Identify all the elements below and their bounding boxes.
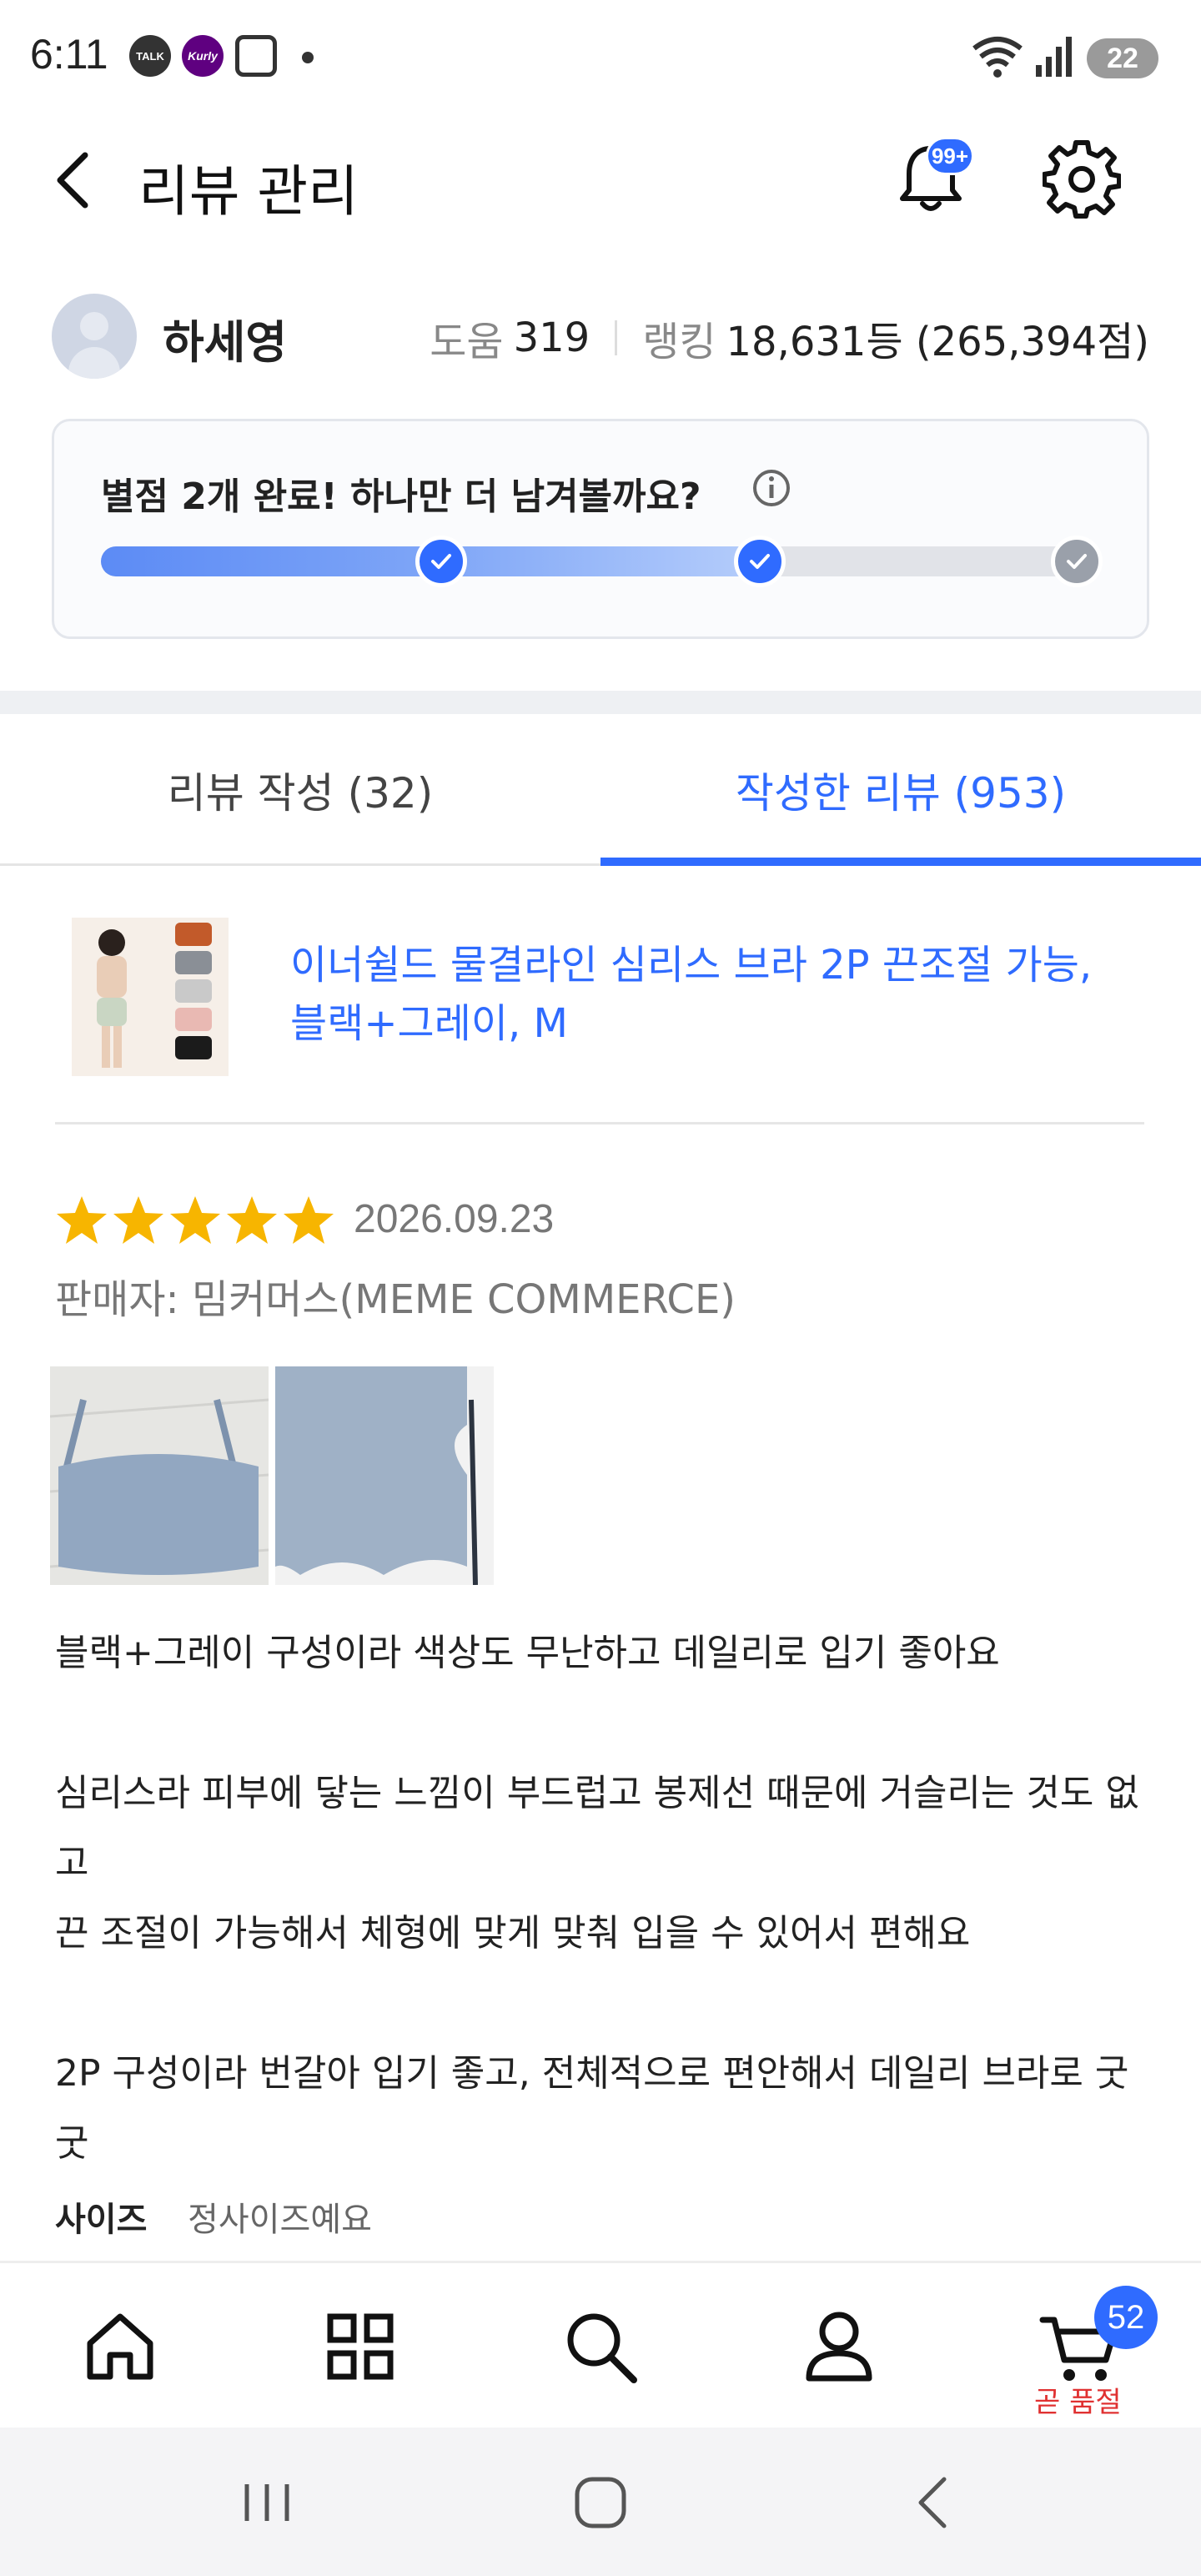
kakaotalk-icon: TALK: [129, 35, 171, 77]
category-icon[interactable]: [319, 2305, 402, 2388]
profile-icon[interactable]: [797, 2305, 881, 2388]
home-icon[interactable]: [78, 2305, 162, 2388]
status-bar: 6:11 TALK Kurly 22: [0, 0, 1201, 117]
section-divider: [0, 691, 1201, 714]
page-title: 리뷰 관리: [138, 159, 359, 224]
ranking-value: 18,631등 (265,394점): [726, 319, 1149, 365]
profile-stats: 도움 319 랭킹 18,631등 (265,394점): [430, 309, 1149, 367]
wifi-icon: [972, 37, 1023, 78]
home-button-icon[interactable]: [567, 2469, 634, 2536]
progress-step-pending: [1051, 536, 1103, 587]
recent-apps-icon[interactable]: [234, 2469, 300, 2536]
ranking-label: 랭킹: [642, 319, 716, 365]
profile-summary: 하세영 도움 319 랭킹 18,631등 (265,394점): [0, 284, 1201, 388]
battery-indicator: 22: [1087, 38, 1158, 78]
review-photo[interactable]: [275, 1366, 494, 1585]
avatar[interactable]: [52, 294, 137, 379]
check-icon: [1067, 554, 1087, 569]
size-label: 사이즈: [55, 2201, 148, 2239]
product-title-link[interactable]: 이너쉴드 물결라인 심리스 브라 2P 끈조절 가능, 블랙+그레이, M: [290, 936, 1133, 1053]
help-label: 도움: [430, 319, 504, 365]
review-photos: [50, 1366, 500, 1585]
username: 하세영: [163, 316, 288, 369]
system-navigation-bar: [0, 2428, 1201, 2576]
search-icon[interactable]: [559, 2305, 642, 2388]
back-arrow-icon[interactable]: [48, 147, 98, 214]
size-value: 정사이즈예요: [188, 2201, 372, 2239]
progress-step-complete: [415, 536, 467, 587]
star-rating: [55, 1193, 339, 1246]
star-icon: [170, 1196, 220, 1244]
progress-track: [101, 536, 1103, 587]
star-icon: [113, 1196, 163, 1244]
status-time: 6:11: [30, 31, 108, 78]
star-icon: [227, 1196, 277, 1244]
gear-icon[interactable]: [1043, 140, 1121, 219]
cart-soldout-notice: 곧 품절: [1034, 2386, 1122, 2419]
review-tabs: 리뷰 작성 (32) 작성한 리뷰 (953): [0, 714, 1201, 866]
review-date: 2026.09.23: [354, 1197, 555, 1241]
app-header: 리뷰 관리 99+: [0, 117, 1201, 242]
screenshot-icon: [235, 35, 277, 77]
rating-progress-card: 별점 2개 완료! 하나만 더 남겨볼까요?: [52, 419, 1149, 639]
system-back-icon[interactable]: [901, 2469, 967, 2536]
notification-badge: 99+: [926, 137, 974, 175]
info-icon[interactable]: [751, 468, 791, 508]
check-icon: [431, 554, 451, 569]
product-thumbnail[interactable]: [72, 918, 229, 1076]
cart-count-badge: 52: [1094, 2286, 1158, 2349]
progress-title: 별점 2개 완료! 하나만 더 남겨볼까요?: [101, 475, 701, 518]
signal-icon: [1036, 37, 1072, 77]
check-icon: [750, 554, 770, 569]
bottom-navigation: [0, 2261, 1201, 2428]
notification-dot-icon: [302, 52, 314, 63]
help-count: 319: [513, 314, 590, 361]
seller-name: 판매자: 밈커머스(MEME COMMERCE): [55, 1276, 736, 1323]
star-icon: [57, 1196, 107, 1244]
star-icon: [284, 1196, 334, 1244]
tab-write-review[interactable]: 리뷰 작성 (32): [0, 714, 600, 866]
size-info: 사이즈 정사이즈예요: [55, 2192, 372, 2241]
review-photo[interactable]: [50, 1366, 269, 1585]
progress-step-complete: [734, 536, 786, 587]
review-body: 블랙+그레이 구성이라 색상도 무난하고 데일리로 입기 좋아요 심리스라 피부…: [55, 1632, 1139, 2165]
product-row[interactable]: 이너쉴드 물결라인 심리스 브라 2P 끈조절 가능, 블랙+그레이, M: [55, 866, 1144, 1124]
stats-divider: [615, 320, 618, 355]
tab-written-reviews[interactable]: 작성한 리뷰 (953): [600, 714, 1201, 866]
active-tab-indicator: [600, 858, 1201, 866]
kurly-icon: Kurly: [182, 35, 224, 77]
